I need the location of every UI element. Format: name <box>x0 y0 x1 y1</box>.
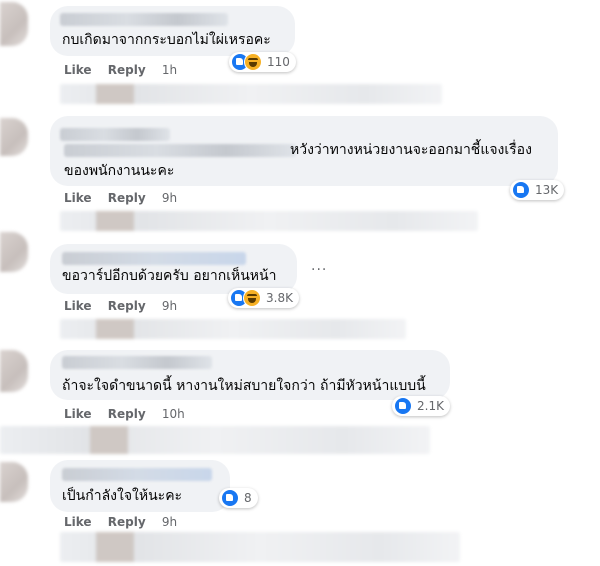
comment-text: ถ้าจะใจดำขนาดนี้ หางานใหม่สบายใจกว่า ถ้า… <box>62 378 426 394</box>
like-link[interactable]: Like <box>64 407 92 421</box>
replies-blurred[interactable] <box>60 532 460 562</box>
reaction-count: 2.1K <box>417 399 444 413</box>
comment-bubble: เป็นกำลังใจให้นะคะ <box>50 460 230 512</box>
comment-text: หวังว่าทางหน่วยงานจะออกมาชี้แจงเรื่อง <box>290 142 532 158</box>
replies-blurred[interactable] <box>60 319 406 339</box>
reaction-summary[interactable]: 13K <box>510 180 565 200</box>
like-icon <box>221 489 239 507</box>
comment-actions: Like Reply 1h <box>64 63 189 77</box>
reaction-count: 13K <box>535 183 559 197</box>
comment-bubble: กบเกิดมาจากกระบอกไม่ใผ่เหรอคะ <box>50 6 295 56</box>
commenter-name-blurred[interactable] <box>60 13 228 26</box>
timestamp[interactable]: 9h <box>162 191 177 205</box>
timestamp[interactable]: 9h <box>162 515 177 529</box>
timestamp[interactable]: 10h <box>162 407 185 421</box>
more-options-icon[interactable]: ··· <box>311 262 327 278</box>
reaction-summary[interactable]: 3.8K <box>228 288 299 308</box>
commenter-avatar[interactable] <box>0 118 28 156</box>
comment-actions: Like Reply 9h <box>64 191 189 205</box>
like-icon <box>394 397 412 415</box>
reply-link[interactable]: Reply <box>108 63 146 77</box>
reply-link[interactable]: Reply <box>108 299 146 313</box>
haha-icon <box>243 289 261 307</box>
timestamp[interactable]: 9h <box>162 299 177 313</box>
commenter-name-blurred[interactable] <box>64 144 296 157</box>
reaction-summary[interactable]: 2.1K <box>392 396 450 416</box>
commenter-name-blurred[interactable] <box>62 468 212 481</box>
comment-bubble: ขอวาร์ปอีกบด้วยครับ อยากเห็นหน้า <box>50 244 297 294</box>
reaction-count: 3.8K <box>266 291 293 305</box>
like-link[interactable]: Like <box>64 299 92 313</box>
reply-link[interactable]: Reply <box>108 407 146 421</box>
comment-text: เป็นกำลังใจให้นะคะ <box>62 488 183 504</box>
commenter-avatar[interactable] <box>0 2 28 46</box>
reply-link[interactable]: Reply <box>108 191 146 205</box>
reaction-summary[interactable]: 8 <box>219 488 258 508</box>
comment-bubble: หวังว่าทางหน่วยงานจะออกมาชี้แจงเรื่อง ขอ… <box>50 116 558 186</box>
reaction-count: 8 <box>244 491 252 505</box>
reaction-count: 110 <box>267 55 290 69</box>
replies-blurred[interactable] <box>60 84 442 104</box>
comment-text: กบเกิดมาจากกระบอกไม่ใผ่เหรอคะ <box>62 32 271 48</box>
replies-blurred[interactable] <box>60 211 478 231</box>
like-link[interactable]: Like <box>64 191 92 205</box>
commenter-name-blurred[interactable] <box>60 128 170 141</box>
comment-actions: Like Reply 9h <box>64 515 189 529</box>
comment-actions: Like Reply 9h <box>64 299 189 313</box>
commenter-name-blurred[interactable] <box>62 356 212 369</box>
comment-text: ขอวาร์ปอีกบด้วยครับ อยากเห็นหน้า <box>62 268 277 284</box>
like-link[interactable]: Like <box>64 515 92 529</box>
like-icon <box>512 181 530 199</box>
reaction-summary[interactable]: 110 <box>229 52 296 72</box>
reply-link[interactable]: Reply <box>108 515 146 529</box>
comment-text: ของพนักงานนะคะ <box>64 163 175 179</box>
commenter-avatar[interactable] <box>0 462 28 502</box>
commenter-avatar[interactable] <box>0 350 28 392</box>
replies-blurred[interactable] <box>0 426 430 454</box>
comment-bubble: ถ้าจะใจดำขนาดนี้ หางานใหม่สบายใจกว่า ถ้า… <box>50 350 450 400</box>
comment-actions: Like Reply 10h <box>64 407 197 421</box>
like-link[interactable]: Like <box>64 63 92 77</box>
commenter-avatar[interactable] <box>0 232 28 272</box>
timestamp[interactable]: 1h <box>162 63 177 77</box>
haha-icon <box>244 53 262 71</box>
